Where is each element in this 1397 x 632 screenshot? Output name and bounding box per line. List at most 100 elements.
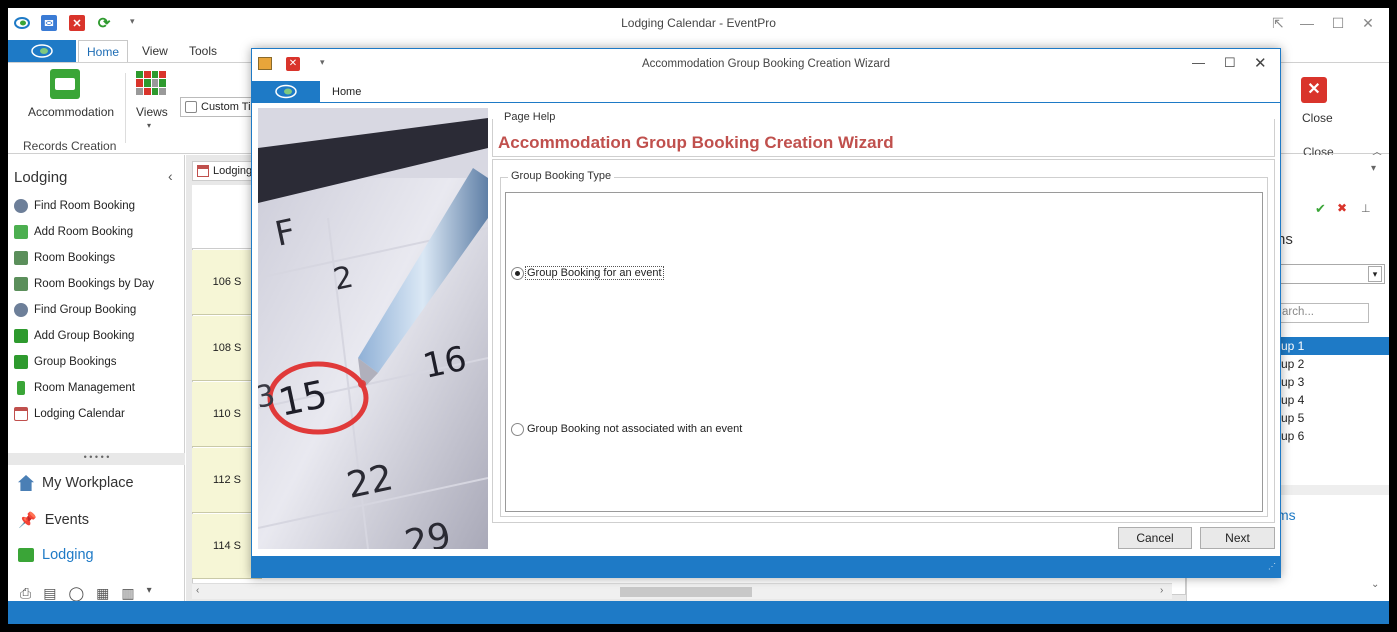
group-booking-type-label: Group Booking Type — [508, 170, 615, 182]
dialog-tab-divider — [252, 102, 1280, 103]
nav-item-label: Add Room Booking — [34, 226, 134, 238]
accommodation-button[interactable]: Accommodation — [28, 105, 114, 119]
print-icon[interactable]: ⎙ — [20, 585, 31, 602]
nav-item-room-management[interactable]: Room Management — [14, 379, 135, 397]
add-room-icon — [14, 225, 28, 239]
tab-home[interactable]: Home — [78, 40, 128, 63]
window-title: Lodging Calendar - EventPro — [621, 16, 776, 30]
nav-item-group-bookings[interactable]: Group Bookings — [14, 353, 116, 371]
add-group-icon — [14, 329, 28, 343]
nav-item-find-group-booking[interactable]: Find Group Booking — [14, 301, 136, 319]
dialog-minimize-button[interactable]: — — [1192, 55, 1205, 70]
chat-icon[interactable]: ◯ — [68, 585, 84, 602]
pin-icon: 📌 — [18, 512, 37, 529]
chevron-down-icon[interactable]: ▾ — [1368, 266, 1382, 282]
scroll-left-icon[interactable]: ‹ — [196, 585, 199, 596]
nav-splitter[interactable]: • • • • • — [8, 453, 185, 465]
records-creation-group-label: Records Creation — [23, 139, 117, 153]
nav-item-add-room-booking[interactable]: Add Room Booking — [14, 223, 133, 241]
bed-icon — [14, 251, 28, 265]
dialog-close-button[interactable]: ✕ — [1254, 54, 1267, 72]
next-button[interactable]: Next — [1200, 527, 1275, 549]
dialog-maximize-button[interactable]: ☐ — [1224, 55, 1236, 71]
group-select[interactable]: ▾ — [1277, 264, 1385, 284]
clipboard-icon[interactable]: ▦ — [96, 585, 109, 602]
custom-label: Custom Ti — [201, 101, 251, 113]
clear-icon[interactable]: ✖ — [1337, 201, 1347, 215]
pin-pane-icon[interactable]: ⊥ — [1361, 202, 1371, 215]
nav-item-room-bookings-by-day[interactable]: Room Bookings by Day — [14, 275, 154, 293]
home-icon — [18, 475, 34, 491]
binoculars-icon — [14, 199, 28, 213]
dialog-app-menu[interactable] — [252, 81, 320, 102]
nav-item-lodging-calendar[interactable]: Lodging Calendar — [14, 405, 125, 423]
calendar-photo: F 2 15 16 22 29 3 28 — [258, 108, 488, 549]
custom-icon — [185, 101, 197, 113]
nav-section-label: My Workplace — [42, 475, 134, 491]
calculator-icon[interactable]: ▥ — [121, 585, 134, 602]
document-icon[interactable]: ▤ — [43, 585, 56, 602]
navigation-pane: Lodging ‹ Find Room Booking Add Room Boo… — [8, 155, 185, 601]
scroll-right-icon[interactable]: › — [1160, 585, 1163, 596]
minimize-button[interactable]: — — [1293, 12, 1321, 34]
tab-lodging-calendar[interactable]: Lodging — [192, 161, 254, 181]
close-ribbon-button[interactable]: Close — [1302, 111, 1333, 125]
dialog-tab-home[interactable]: Home — [332, 86, 361, 98]
nav-header: Lodging — [14, 169, 68, 186]
accommodation-icon[interactable] — [50, 69, 80, 99]
collapse-nav-icon[interactable]: ‹ — [168, 168, 173, 184]
group-icon — [14, 355, 28, 369]
resize-grip-icon[interactable]: ⋰ — [1268, 562, 1276, 571]
close-ribbon-icon[interactable]: ✕ — [1301, 77, 1327, 103]
tab-view[interactable]: View — [142, 44, 168, 58]
horizontal-scrollbar[interactable]: ‹ › — [192, 583, 1172, 599]
bed-icon — [14, 277, 28, 291]
nav-item-add-group-booking[interactable]: Add Group Booking — [14, 327, 134, 345]
dialog-status-bar: ⋰ — [252, 556, 1280, 577]
nav-item-label: Find Room Booking — [34, 200, 135, 212]
scroll-thumb[interactable] — [620, 587, 752, 597]
list-item[interactable]: up 6 — [1281, 429, 1304, 443]
binoculars-icon — [14, 303, 28, 317]
pane-divider — [1277, 485, 1389, 495]
page-title: Accommodation Group Booking Creation Wiz… — [498, 133, 894, 152]
nav-section-events[interactable]: 📌 Events — [18, 511, 89, 529]
list-item[interactable]: up 1 — [1277, 337, 1389, 355]
cancel-button[interactable]: Cancel — [1118, 527, 1192, 549]
restore-ribbon-icon[interactable]: ⇱ — [1264, 12, 1292, 34]
list-item[interactable]: up 4 — [1281, 393, 1304, 407]
views-dropdown-icon[interactable]: ▾ — [147, 121, 151, 130]
nav-section-lodging[interactable]: Lodging — [18, 547, 94, 563]
nav-section-my-workplace[interactable]: My Workplace — [18, 475, 134, 491]
nav-item-room-bookings[interactable]: Room Bookings — [14, 249, 115, 267]
nav-item-label: Find Group Booking — [34, 304, 137, 316]
nav-item-label: Room Bookings by Day — [34, 278, 155, 290]
nav-item-label: Group Bookings — [34, 356, 117, 368]
tab-tools[interactable]: Tools — [189, 44, 217, 58]
bed-icon — [18, 548, 34, 562]
ribbon-divider — [125, 73, 126, 143]
option-label[interactable]: Group Booking not associated with an eve… — [527, 423, 742, 435]
list-item[interactable]: up 2 — [1281, 357, 1304, 371]
room-management-icon — [17, 381, 25, 395]
maximize-button[interactable]: ☐ — [1324, 12, 1352, 34]
close-button[interactable]: ✕ — [1354, 12, 1382, 34]
chevron-down-icon[interactable]: ⌄ — [1371, 579, 1379, 590]
option-label[interactable]: Group Booking for an event — [525, 266, 664, 280]
views-button[interactable]: Views — [136, 105, 168, 119]
more-icon[interactable]: ▾ — [147, 585, 152, 602]
right-pane-dropdown-icon[interactable]: ▾ — [1371, 163, 1376, 174]
list-item[interactable]: up 3 — [1281, 375, 1304, 389]
views-icon[interactable] — [136, 71, 166, 95]
list-item[interactable]: up 5 — [1281, 411, 1304, 425]
nav-item-find-room-booking[interactable]: Find Room Booking — [14, 197, 135, 215]
check-icon[interactable]: ✔ — [1315, 201, 1326, 217]
nav-item-label: Room Bookings — [34, 252, 116, 264]
search-input[interactable]: arch... — [1277, 303, 1369, 323]
app-menu-button[interactable] — [8, 40, 76, 62]
radio-button[interactable] — [511, 267, 524, 280]
radio-button[interactable] — [511, 423, 524, 436]
custom-timeline-button[interactable]: Custom Ti — [180, 97, 260, 117]
nav-item-label: Lodging Calendar — [34, 408, 125, 420]
nav-footer-icons: ⎙ ▤ ◯ ▦ ▥ ▾ — [20, 585, 152, 602]
